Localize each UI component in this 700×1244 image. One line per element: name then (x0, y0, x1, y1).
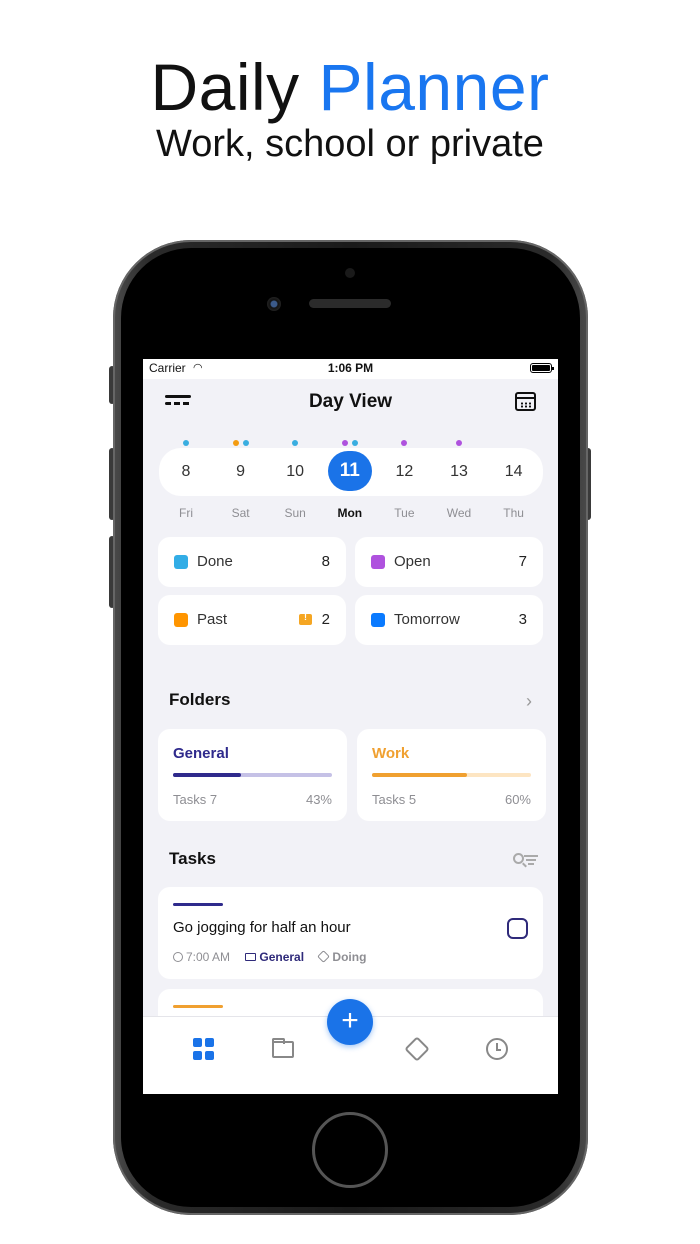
clock-time: 1:06 PM (327, 361, 374, 375)
event-dot (351, 440, 358, 446)
folder-task-count: Tasks 5 (372, 792, 417, 807)
history-clock-icon[interactable] (486, 1038, 508, 1060)
folder-percent: 60% (504, 792, 531, 807)
hero-title: Daily Planner (0, 52, 700, 122)
hero-subtitle: Work, school or private (156, 123, 544, 165)
stat-past-label: Past (197, 611, 228, 628)
tag-icon (317, 950, 331, 963)
task-folder[interactable]: General (245, 950, 304, 964)
dashboard-grid-icon[interactable] (193, 1038, 215, 1060)
proximity-sensor (345, 268, 355, 278)
event-dot (292, 440, 299, 446)
event-dot (401, 440, 408, 446)
day-11[interactable]: 11 (327, 451, 372, 491)
page-title: Day View (308, 391, 393, 412)
event-dot (232, 440, 239, 446)
event-dot (242, 440, 249, 446)
stat-past-count: 2 (321, 611, 330, 628)
nav-bar: Day View (143, 379, 558, 425)
day-name-fri: Fri (179, 506, 193, 520)
hero-title-word1: Daily (150, 50, 300, 124)
task-meta: 7:00 AM General Doing (173, 950, 378, 964)
task-time: 7:00 AM (173, 950, 230, 964)
task-title: Go jogging for half an hour (173, 919, 351, 936)
day-name-mon: Mon (337, 506, 363, 520)
calendar-icon[interactable] (515, 392, 536, 411)
alert-flag-icon (299, 612, 312, 625)
filter-icon[interactable] (524, 855, 538, 865)
stat-done[interactable]: Done 8 (158, 537, 346, 587)
search-icon[interactable] (513, 853, 524, 864)
stat-tomorrow-count: 3 (518, 611, 527, 628)
day-9[interactable]: 9 (217, 448, 265, 496)
event-dot (456, 440, 462, 446)
stat-open-label: Open (394, 553, 431, 570)
folder-name: General (173, 745, 229, 762)
event-dots-row (159, 433, 543, 446)
folder-icon (245, 953, 257, 961)
chevron-right-icon[interactable]: › (526, 691, 532, 712)
folders-heading: Folders (169, 690, 231, 709)
day-12[interactable]: 12 (380, 448, 428, 496)
day-14[interactable]: 14 (490, 448, 538, 496)
day-name-sat: Sat (231, 506, 250, 520)
past-color-square (174, 613, 188, 627)
day-name-wed: Wed (446, 506, 472, 520)
stat-done-count: 8 (321, 553, 330, 570)
stat-open-count: 7 (518, 553, 527, 570)
front-camera (267, 297, 281, 311)
folder-card-general[interactable]: General Tasks 7 43% (158, 729, 347, 821)
home-button[interactable] (312, 1112, 388, 1188)
task-accent-line (173, 903, 223, 906)
stat-tomorrow-label: Tomorrow (394, 611, 460, 628)
tomorrow-color-square (371, 613, 385, 627)
hero-title-word2: Planner (318, 50, 550, 124)
folder-percent: 43% (305, 792, 332, 807)
clock-icon (173, 952, 183, 962)
week-strip: 8 9 10 11 12 13 14 (159, 448, 543, 496)
app-screen: Carrier ◠ 1:06 PM Day View 8 9 10 11 12 13 14 … (143, 359, 558, 1094)
task-tag[interactable]: Doing (317, 950, 366, 964)
folder-card-work[interactable]: Work Tasks 5 60% (357, 729, 546, 821)
day-name-sun: Sun (284, 506, 306, 520)
folder-progress-bar (372, 773, 531, 777)
tags-tab-icon[interactable] (404, 1036, 430, 1062)
day-name-tue: Tue (394, 506, 415, 520)
tasks-heading: Tasks (169, 849, 216, 868)
folders-tab-icon[interactable] (272, 1038, 294, 1058)
battery-icon (530, 363, 554, 373)
task-card[interactable]: Go jogging for half an hour 7:00 AM Gene… (158, 887, 543, 979)
day-13[interactable]: 13 (435, 448, 483, 496)
stat-past[interactable]: Past 2 (158, 595, 346, 645)
event-dot (341, 440, 348, 446)
folder-name: Work (372, 745, 410, 762)
event-dot (183, 440, 189, 446)
day-8[interactable]: 8 (162, 448, 210, 496)
stat-tomorrow[interactable]: Tomorrow 3 (355, 595, 543, 645)
task-checkbox[interactable] (507, 918, 528, 939)
day-10[interactable]: 10 (271, 448, 319, 496)
earpiece-speaker (309, 299, 391, 308)
task-accent-line (173, 1005, 223, 1008)
folder-task-count: Tasks 7 (173, 792, 218, 807)
done-color-square (174, 555, 188, 569)
open-color-square (371, 555, 385, 569)
folder-progress-bar (173, 773, 332, 777)
stat-done-label: Done (197, 553, 233, 570)
add-task-button[interactable]: + (327, 999, 373, 1045)
status-bar: Carrier ◠ 1:06 PM (143, 359, 558, 379)
day-name-thu: Thu (503, 506, 524, 520)
stat-open[interactable]: Open 7 (355, 537, 543, 587)
